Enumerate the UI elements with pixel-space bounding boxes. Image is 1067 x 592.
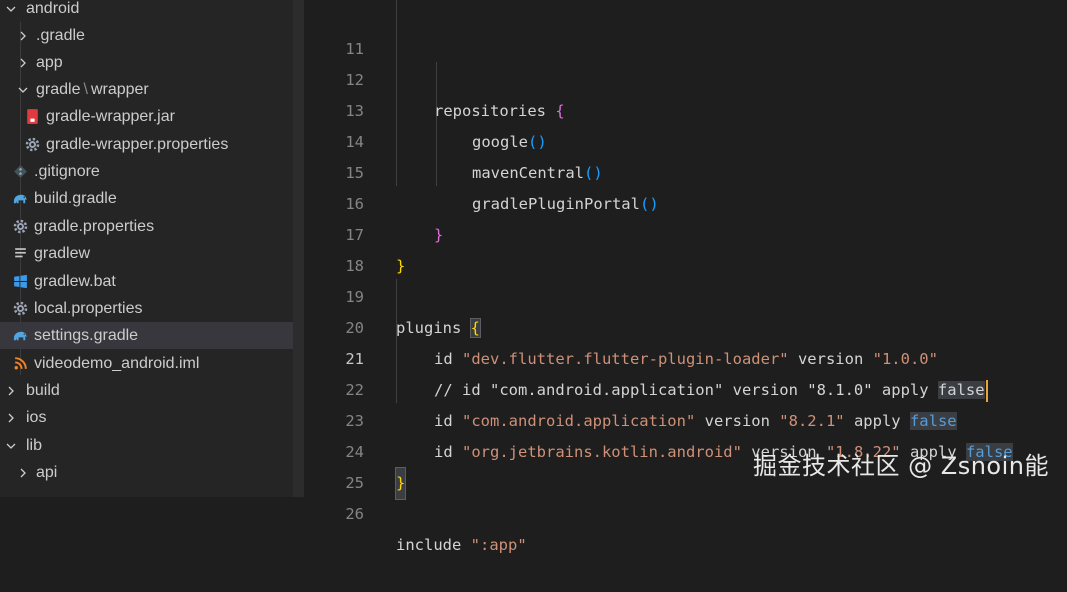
tree-file-gradle-properties[interactable]: gradle.properties	[0, 213, 304, 240]
tree-item-label: local.properties	[34, 299, 143, 317]
tree-folder-app[interactable]: app	[0, 49, 304, 76]
tree-item-label: lib	[26, 436, 43, 454]
tree-item-label: build.gradle	[34, 189, 117, 207]
code-line: 13 google()	[304, 65, 1067, 151]
tree-item-label: app	[36, 53, 63, 71]
tree-folder-gradle-cache[interactable]: .gradle	[0, 22, 304, 49]
tree-item-label: gradlew	[34, 244, 91, 262]
tree-item-label: gradle-wrapper.jar	[46, 107, 175, 125]
text-lines-icon	[10, 244, 30, 264]
tree-file-gradlew-bat[interactable]: gradlew.bat	[0, 268, 304, 295]
gear-icon	[22, 135, 42, 155]
line-number: 26	[345, 505, 364, 523]
tree-file-gradle-wrapper-properties[interactable]: gradle-wrapper.properties	[0, 131, 304, 158]
code-line: 18	[304, 220, 1067, 275]
sidebar-scrollbar[interactable]	[293, 0, 304, 497]
code-editor[interactable]: 11 12 repositories { 13 google() 14 mave…	[304, 0, 1067, 554]
code-line: 24 }	[304, 406, 1067, 500]
explorer-sidebar: android .gradle app gradle \ wrapper gra…	[0, 0, 304, 497]
tree-file-gradlew[interactable]: gradlew	[0, 240, 304, 267]
tree-item-label: gradle.properties	[34, 217, 155, 235]
jar-file-icon	[22, 107, 42, 127]
tree-item-label: gradle	[36, 80, 81, 98]
code-line: 23 id "org.jetbrains.kotlin.android" ver…	[304, 375, 1067, 461]
tree-folder-android[interactable]: android	[0, 0, 304, 22]
tree-folder-lib[interactable]: lib	[0, 432, 304, 459]
code-line: 15 gradlePluginPortal()	[304, 127, 1067, 213]
path-separator: \	[83, 80, 88, 98]
gear-icon	[10, 299, 30, 319]
tree-folder-ios[interactable]: ios	[0, 404, 304, 431]
code-line: 16 }	[304, 158, 1067, 244]
chevron-down-icon	[6, 2, 16, 16]
git-icon	[10, 162, 30, 182]
tree-item-label: api	[36, 463, 58, 481]
tree-item-label: build	[26, 381, 60, 399]
tree-item-label: gradle-wrapper.properties	[46, 135, 229, 153]
gear-icon	[10, 217, 30, 237]
tree-item-label: .gitignore	[34, 162, 100, 180]
windows-icon	[10, 272, 30, 292]
code-line: 14 mavenCentral()	[304, 96, 1067, 182]
gradle-elephant-icon	[10, 189, 30, 209]
tree-folder-gradle-wrapper[interactable]: gradle \ wrapper	[0, 76, 304, 103]
code-line: 17 }	[304, 189, 1067, 275]
tree-file-gradle-wrapper-jar[interactable]: gradle-wrapper.jar	[0, 103, 304, 130]
tree-item-label: videodemo_android.iml	[34, 354, 200, 372]
chevron-down-icon	[18, 83, 28, 97]
chevron-down-icon	[6, 439, 16, 453]
code-line: 11	[304, 3, 1067, 58]
tree-folder-api[interactable]: api	[0, 459, 304, 486]
code-line: 22 id "com.android.application" version …	[304, 344, 1067, 430]
chevron-right-icon	[18, 466, 28, 480]
code-text: include ":app"	[396, 536, 527, 554]
code-line: 12 repositories {	[304, 34, 1067, 120]
tree-item-label: wrapper	[90, 80, 149, 98]
tree-item-label: ios	[26, 408, 47, 426]
code-line-active: 21 // id "com.android.application" versi…	[304, 313, 1067, 402]
tree-file-local-properties[interactable]: local.properties	[0, 295, 304, 322]
tree-item-label: settings.gradle	[34, 326, 139, 344]
tree-folder-build[interactable]: build	[0, 377, 304, 404]
chevron-right-icon	[18, 29, 28, 43]
tree-file-videodemo-android-iml[interactable]: videodemo_android.iml	[0, 350, 304, 377]
rss-icon	[10, 354, 30, 374]
code-line: 19 plugins {	[304, 251, 1067, 338]
chevron-right-icon	[18, 56, 28, 70]
chevron-right-icon	[6, 384, 16, 398]
tree-item-label: gradlew.bat	[34, 272, 116, 290]
tree-file-build-gradle[interactable]: build.gradle	[0, 185, 304, 212]
chevron-right-icon	[6, 411, 16, 425]
tree-item-label: .gradle	[36, 26, 85, 44]
gradle-elephant-icon	[10, 326, 30, 346]
tree-item-label: android	[26, 0, 80, 17]
watermark: 掘金技术社区 @ Zsnoin能	[753, 452, 1049, 480]
tree-file-gitignore[interactable]: .gitignore	[0, 158, 304, 185]
code-line: 20 id "dev.flutter.flutter-plugin-loader…	[304, 282, 1067, 368]
tree-file-settings-gradle[interactable]: settings.gradle	[0, 322, 304, 349]
